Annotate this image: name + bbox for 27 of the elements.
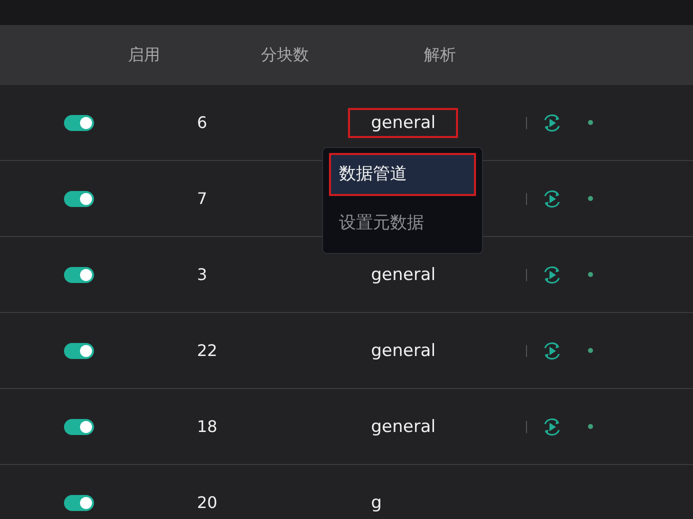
toggle-switch[interactable]: [64, 266, 94, 282]
toggle-switch[interactable]: [64, 342, 94, 358]
status-dot: [588, 348, 593, 353]
status-dot: [588, 424, 593, 429]
table-cell: 7: [197, 189, 208, 208]
column-header: 分块数: [261, 44, 310, 66]
menu-item[interactable]: 设置元数据: [329, 202, 476, 245]
table-cell: 22: [197, 341, 218, 360]
parser-dropdown[interactable]: general: [348, 108, 458, 138]
table-cell: 20: [197, 493, 218, 512]
toggle-switch[interactable]: [64, 114, 94, 130]
column-header: 启用: [127, 44, 161, 66]
table-cell: 6: [197, 113, 208, 132]
status-dot: [588, 196, 593, 201]
column-header: 解析: [424, 44, 457, 66]
parser-dropdown[interactable]: general: [348, 412, 458, 442]
table-cell: 18: [197, 417, 218, 436]
status-dot: [588, 272, 593, 277]
parser-dropdown[interactable]: general: [348, 336, 458, 366]
status-dot: [588, 120, 593, 125]
menu-item[interactable]: 数据管道: [329, 153, 476, 196]
toggle-switch[interactable]: [64, 418, 94, 434]
table-cell: 3: [197, 265, 208, 284]
parser-dropdown[interactable]: g: [348, 488, 404, 518]
toggle-switch[interactable]: [64, 494, 94, 510]
parser-dropdown[interactable]: general: [348, 260, 458, 290]
toggle-switch[interactable]: [64, 190, 94, 206]
